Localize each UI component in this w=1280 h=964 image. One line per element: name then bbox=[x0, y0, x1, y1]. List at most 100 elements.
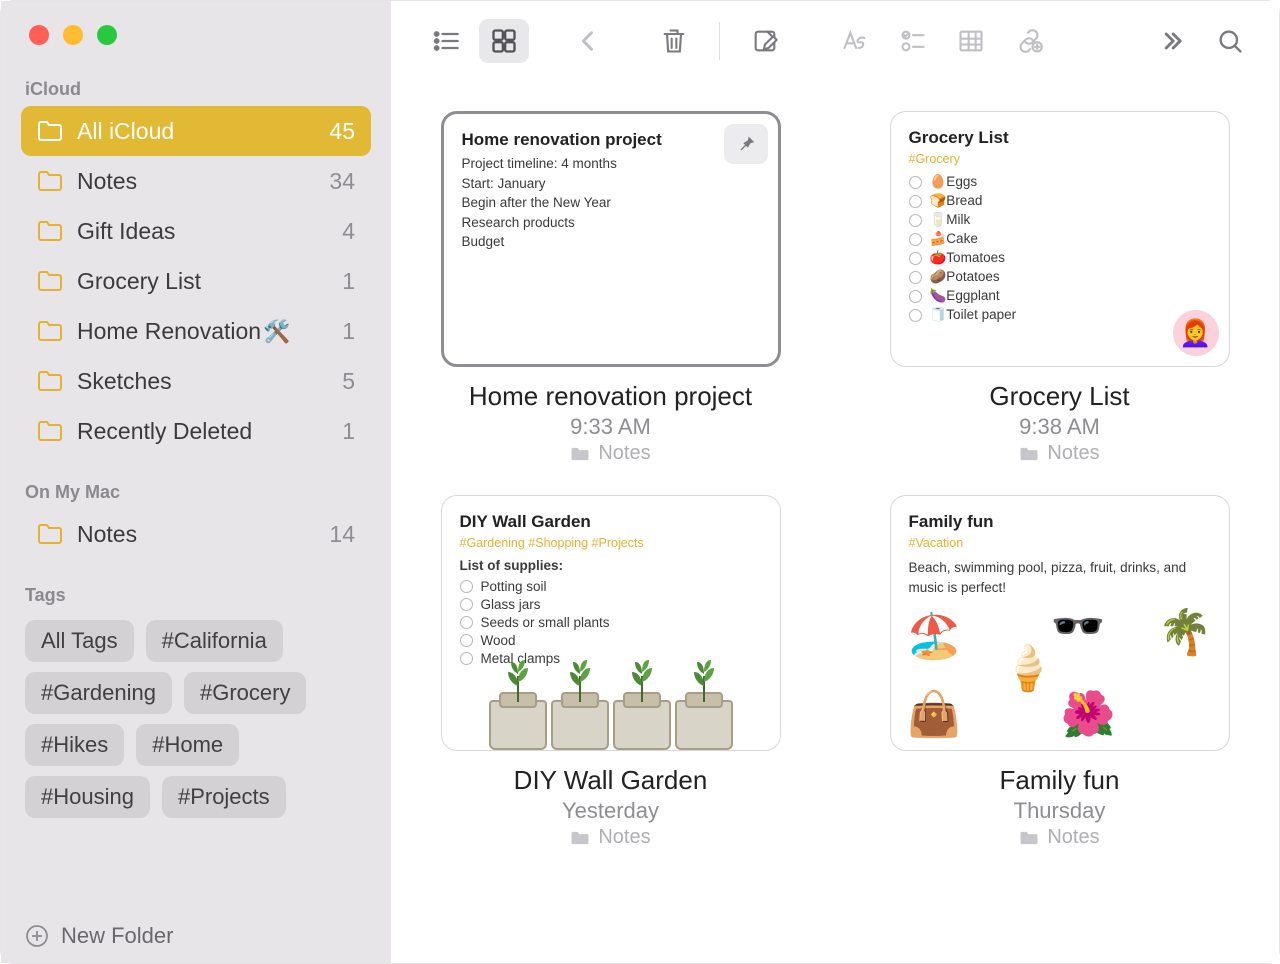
delete-button[interactable] bbox=[649, 19, 699, 63]
tag-pill[interactable]: #Hikes bbox=[25, 724, 124, 766]
table-button[interactable] bbox=[946, 19, 996, 63]
tags-section-label: Tags bbox=[1, 585, 391, 612]
note-caption-time: 9:33 AM bbox=[469, 414, 752, 440]
folder-icon bbox=[37, 371, 63, 391]
close-window-button[interactable] bbox=[29, 25, 49, 45]
folder-count: 4 bbox=[342, 218, 355, 245]
note-card-tags: #Vacation bbox=[909, 536, 1211, 550]
new-folder-button[interactable]: New Folder bbox=[25, 923, 173, 949]
sidebar-folder-item[interactable]: Sketches 5 bbox=[21, 356, 371, 406]
list-view-button[interactable] bbox=[421, 19, 471, 63]
tag-pill[interactable]: #Projects bbox=[162, 776, 286, 818]
checklist-item: Wood bbox=[460, 633, 762, 648]
more-button[interactable] bbox=[1147, 19, 1197, 63]
new-folder-label: New Folder bbox=[61, 923, 173, 949]
sidebar-folder-item[interactable]: All iCloud 45 bbox=[21, 106, 371, 156]
note-card-wrap: Family fun#VacationBeach, swimming pool,… bbox=[880, 495, 1239, 849]
checkbox-icon bbox=[909, 195, 922, 208]
note-card-title: Grocery List bbox=[909, 128, 1211, 148]
tag-pill[interactable]: #Housing bbox=[25, 776, 150, 818]
note-card-tags: #Gardening #Shopping #Projects bbox=[460, 536, 762, 550]
note-card-checklist: Potting soilGlass jarsSeeds or small pla… bbox=[460, 579, 762, 666]
checkbox-icon bbox=[460, 616, 473, 629]
note-caption: Grocery List 9:38 AM Notes bbox=[989, 381, 1129, 465]
folder-count: 5 bbox=[342, 368, 355, 395]
checkbox-icon bbox=[909, 233, 922, 246]
sidebar-folder-item[interactable]: Grocery List 1 bbox=[21, 256, 371, 306]
text-format-button[interactable] bbox=[830, 19, 880, 63]
checkbox-icon bbox=[460, 598, 473, 611]
note-card-image: 🏖️ 🕶️ 🌴 👜 🍦 🌺 bbox=[901, 606, 1219, 742]
sidebar: iCloud All iCloud 45 Notes 34 Gift Ideas… bbox=[1, 1, 391, 963]
note-card[interactable]: Family fun#VacationBeach, swimming pool,… bbox=[890, 495, 1230, 751]
sidebar-folder-item[interactable]: Home Renovation🛠️ 1 bbox=[21, 306, 371, 356]
note-caption-folder: Notes bbox=[1000, 826, 1120, 849]
note-card-wrap: DIY Wall Garden #Gardening #Shopping #Pro… bbox=[431, 495, 790, 849]
gallery-view-button[interactable] bbox=[479, 19, 529, 63]
note-caption-time: Yesterday bbox=[514, 798, 708, 824]
checkbox-icon bbox=[909, 309, 922, 322]
note-caption-folder: Notes bbox=[469, 442, 752, 465]
checklist-item: Glass jars bbox=[460, 597, 762, 612]
toolbar-divider bbox=[719, 22, 720, 60]
minimize-window-button[interactable] bbox=[63, 25, 83, 45]
checklist-item: Seeds or small plants bbox=[460, 615, 762, 630]
link-button[interactable] bbox=[1004, 19, 1054, 63]
checklist-item: 🥚Eggs bbox=[909, 174, 1211, 190]
sidebar-folder-item[interactable]: Notes 14 bbox=[21, 509, 371, 559]
checkbox-icon bbox=[460, 580, 473, 593]
plus-circle-icon bbox=[25, 924, 49, 948]
folder-icon bbox=[37, 421, 63, 441]
folder-name: Notes bbox=[77, 521, 329, 548]
sidebar-folder-item[interactable]: Recently Deleted 1 bbox=[21, 406, 371, 456]
note-caption-folder: Notes bbox=[514, 826, 708, 849]
tag-pill[interactable]: #California bbox=[146, 620, 283, 662]
checklist-button[interactable] bbox=[888, 19, 938, 63]
folder-name: Grocery List bbox=[77, 268, 342, 295]
note-card[interactable]: DIY Wall Garden #Gardening #Shopping #Pro… bbox=[441, 495, 781, 751]
new-note-button[interactable] bbox=[740, 19, 790, 63]
checklist-item: 🧻Toilet paper bbox=[909, 307, 1211, 323]
tag-pill[interactable]: All Tags bbox=[25, 620, 134, 662]
sidebar-section-label: iCloud bbox=[1, 79, 391, 106]
note-caption-folder: Notes bbox=[989, 442, 1129, 465]
note-card-body: Project timeline: 4 months Start: Januar… bbox=[462, 154, 760, 252]
checkbox-icon bbox=[909, 271, 922, 284]
tag-pill[interactable]: #Grocery bbox=[184, 672, 306, 714]
folder-count: 1 bbox=[342, 318, 355, 345]
folder-name: All iCloud bbox=[77, 118, 329, 145]
folder-icon bbox=[37, 121, 63, 141]
folder-count: 34 bbox=[329, 168, 355, 195]
folder-icon bbox=[37, 221, 63, 241]
folder-name: Notes bbox=[77, 168, 329, 195]
note-card-wrap: Home renovation project Project timeline:… bbox=[431, 111, 790, 465]
sidebar-folder-item[interactable]: Gift Ideas 4 bbox=[21, 206, 371, 256]
note-caption-time: 9:38 AM bbox=[989, 414, 1129, 440]
search-button[interactable] bbox=[1205, 19, 1255, 63]
tag-pill[interactable]: #Home bbox=[136, 724, 239, 766]
tags-list: All Tags #California #Gardening #Grocery #Hi… bbox=[1, 620, 391, 818]
back-button[interactable] bbox=[563, 19, 613, 63]
folder-count: 1 bbox=[342, 418, 355, 445]
checkbox-icon bbox=[460, 634, 473, 647]
note-card-title: Home renovation project bbox=[462, 130, 760, 150]
checklist-item: 🥛Milk bbox=[909, 212, 1211, 228]
sidebar-folder-item[interactable]: Notes 34 bbox=[21, 156, 371, 206]
note-caption: DIY Wall Garden Yesterday Notes bbox=[514, 765, 708, 849]
checkbox-icon bbox=[909, 176, 922, 189]
maximize-window-button[interactable] bbox=[97, 25, 117, 45]
note-card-title: DIY Wall Garden bbox=[460, 512, 762, 532]
notes-gallery: Home renovation project Project timeline:… bbox=[391, 81, 1279, 963]
folder-name: Recently Deleted bbox=[77, 418, 342, 445]
checklist-item: 🍅Tomatoes bbox=[909, 250, 1211, 266]
note-card-tags: #Grocery bbox=[909, 152, 1211, 166]
folder-name: Gift Ideas bbox=[77, 218, 342, 245]
note-card[interactable]: Grocery List#Grocery🥚Eggs🍞Bread🥛Milk🍰Cak… bbox=[890, 111, 1230, 367]
window-controls bbox=[1, 25, 391, 45]
note-card[interactable]: Home renovation project Project timeline:… bbox=[441, 111, 781, 367]
toolbar bbox=[391, 1, 1279, 81]
note-caption: Home renovation project 9:33 AM Notes bbox=[469, 381, 752, 465]
note-card-wrap: Grocery List#Grocery🥚Eggs🍞Bread🥛Milk🍰Cak… bbox=[880, 111, 1239, 465]
folder-count: 45 bbox=[329, 118, 355, 145]
tag-pill[interactable]: #Gardening bbox=[25, 672, 172, 714]
